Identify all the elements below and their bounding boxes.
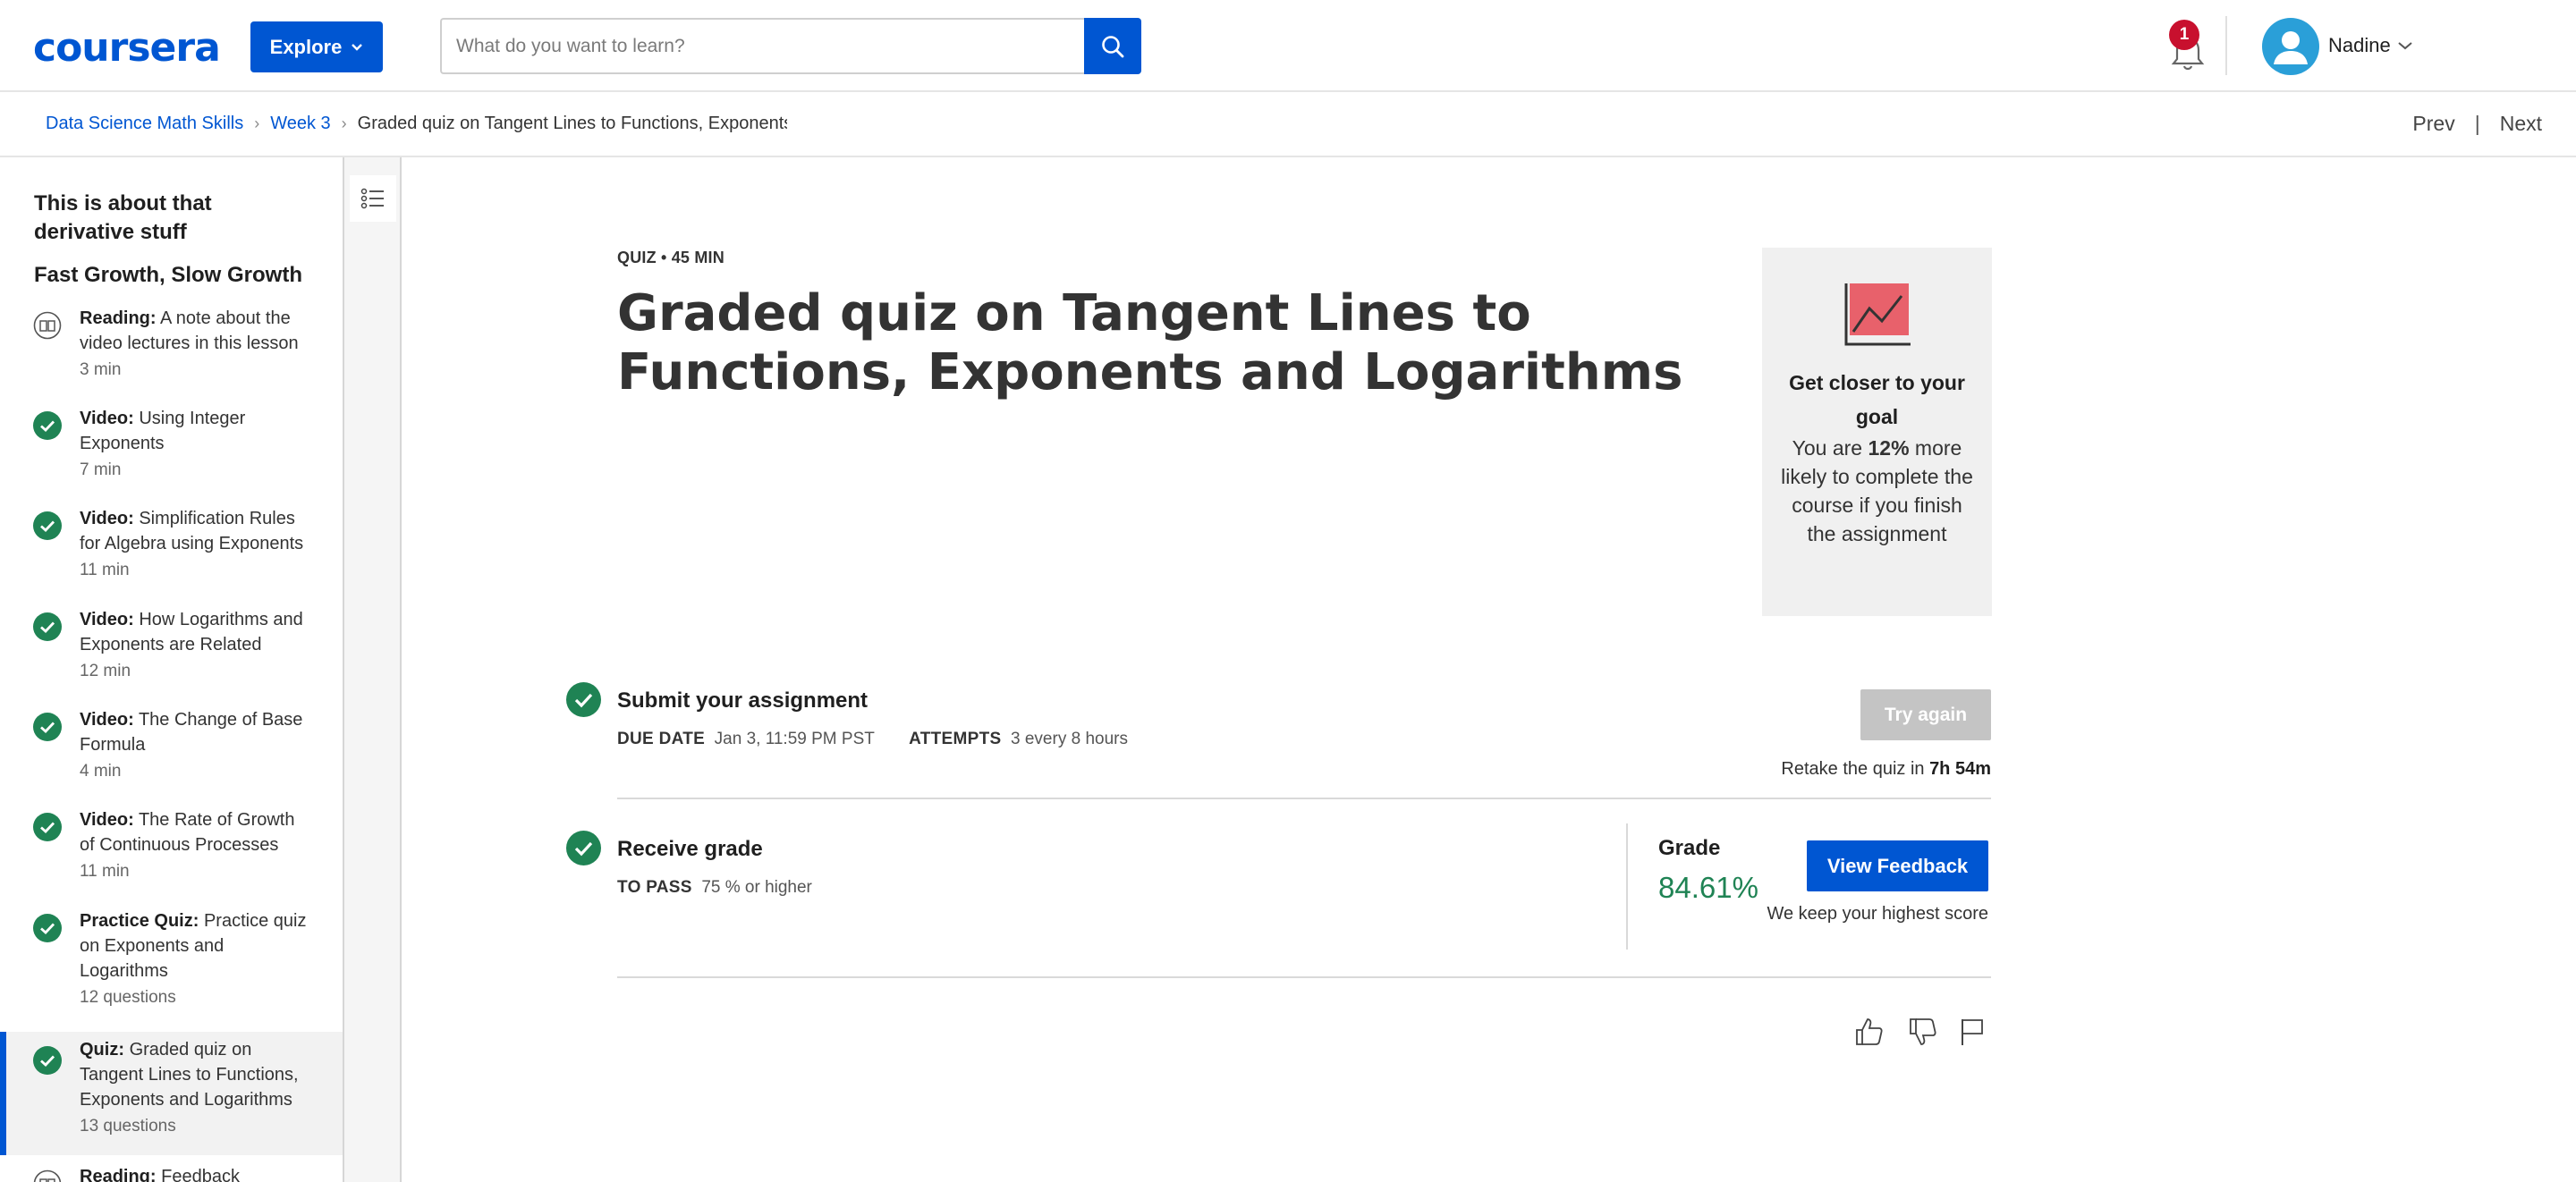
explore-label: Explore	[269, 35, 343, 58]
notification-badge: 1	[2169, 20, 2199, 50]
course-sidebar: This is about that derivative stuff Fast…	[0, 157, 344, 1182]
breadcrumb-week[interactable]: Week 3	[270, 114, 330, 134]
list-icon	[360, 188, 384, 209]
lesson-title: This is about that derivative stuff	[34, 191, 212, 244]
submit-meta: DUE DATE Jan 3, 11:59 PM PST ATTEMPTS 3 …	[617, 730, 1128, 749]
section-title: Fast Growth, Slow Growth	[34, 263, 302, 287]
grade-step-title: Receive grade	[617, 837, 763, 861]
grade-value: 84.61%	[1658, 871, 1758, 904]
chevron-down-icon[interactable]	[2397, 39, 2413, 52]
sidebar-item-text: Reading: Feedback	[80, 1167, 240, 1182]
search-button[interactable]	[1084, 18, 1141, 74]
goal-card: Get closer to your goal You are 12% more…	[1762, 248, 1992, 616]
sidebar-item-video-rate-of-growth[interactable]: Video: The Rate of Growth of Continuous …	[0, 807, 343, 902]
check-icon	[33, 914, 62, 942]
thumbs-down-icon[interactable]	[1907, 1016, 1939, 1048]
outline-toggle-button[interactable]	[350, 175, 396, 222]
top-header: coursera Explore 1 Nadine	[0, 0, 2576, 92]
sidebar-item-text: Video: Simplification Rules for Algebra …	[80, 509, 304, 579]
reading-icon	[33, 1169, 62, 1182]
quiz-eyebrow: QUIZ • 45 MIN	[617, 249, 724, 266]
breadcrumb-current: Graded quiz on Tangent Lines to Function…	[357, 114, 787, 133]
check-icon	[566, 831, 601, 865]
grade-divider	[1626, 823, 1628, 950]
sidebar-item-text: Practice Quiz: Practice quiz on Exponent…	[80, 911, 307, 1007]
pass-meta: TO PASS 75 % or higher	[617, 878, 812, 898]
try-again-button[interactable]: Try again	[1860, 689, 1991, 740]
user-name[interactable]: Nadine	[2328, 34, 2391, 57]
sidebar-item-text: Video: Using Integer Exponents 7 min	[80, 409, 246, 479]
outline-rail	[344, 157, 402, 1182]
thumbs-up-icon[interactable]	[1853, 1016, 1885, 1048]
check-icon	[33, 1046, 62, 1075]
sidebar-item-text: Video: How Logarithms and Exponents are …	[80, 610, 303, 680]
sidebar-item-text: Reading: A note about the video lectures…	[80, 308, 299, 379]
goal-card-body: You are 12% more likely to complete the …	[1781, 436, 1973, 545]
avatar[interactable]	[2262, 18, 2319, 75]
prev-next-nav: Prev | Next	[2412, 112, 2542, 136]
sidebar-item-reading-note[interactable]: Reading: A note about the video lectures…	[0, 306, 343, 401]
check-icon	[33, 713, 62, 741]
submit-step-title: Submit your assignment	[617, 688, 869, 713]
growth-chart-icon	[1844, 283, 1911, 346]
chevron-down-icon	[352, 43, 363, 51]
user-icon	[2274, 31, 2308, 64]
due-date-value: Jan 3, 11:59 PM PST	[714, 730, 875, 748]
due-date-label: DUE DATE	[617, 730, 706, 748]
next-button[interactable]: Next	[2500, 112, 2542, 136]
sidebar-item-text: Video: The Change of Base Formula 4 min	[80, 710, 303, 781]
check-icon	[566, 682, 601, 717]
section-divider	[617, 976, 1991, 978]
sidebar-item-video-logarithms-exponents[interactable]: Video: How Logarithms and Exponents are …	[0, 607, 343, 702]
sidebar-item-video-simplification-rules[interactable]: Video: Simplification Rules for Algebra …	[0, 506, 343, 601]
sidebar-item-text: Video: The Rate of Growth of Continuous …	[80, 810, 295, 881]
attempts-value: 3 every 8 hours	[1011, 730, 1128, 748]
flag-icon[interactable]	[1957, 1016, 1989, 1048]
breadcrumb: Data Science Math Skills › Week 3 › Grad…	[46, 114, 787, 134]
section-divider	[617, 798, 1991, 799]
sidebar-item-practice-quiz[interactable]: Practice Quiz: Practice quiz on Exponent…	[0, 908, 343, 1025]
sidebar-item-graded-quiz[interactable]: Quiz: Graded quiz on Tangent Lines to Fu…	[0, 1032, 343, 1155]
explore-button[interactable]: Explore	[250, 21, 383, 72]
reading-icon	[33, 311, 62, 340]
chevron-right-icon: ›	[341, 114, 347, 132]
breadcrumb-course[interactable]: Data Science Math Skills	[46, 114, 243, 134]
highest-score-note: We keep your highest score	[1767, 904, 1988, 924]
check-icon	[33, 612, 62, 641]
sidebar-item-video-change-of-base[interactable]: Video: The Change of Base Formula 4 min	[0, 707, 343, 802]
header-divider	[2225, 16, 2227, 75]
check-icon	[33, 511, 62, 540]
coursera-logo[interactable]: coursera	[33, 25, 221, 71]
chevron-right-icon: ›	[254, 114, 260, 132]
sidebar-item-reading-feedback[interactable]: Reading: Feedback	[0, 1164, 343, 1182]
retake-note: Retake the quiz in 7h 54m	[1781, 759, 1991, 779]
goal-card-title: Get closer to your goal	[1789, 371, 1965, 428]
page-title: Graded quiz on Tangent Lines to Function…	[617, 284, 1683, 401]
check-icon	[33, 813, 62, 841]
breadcrumb-bar: Data Science Math Skills › Week 3 › Grad…	[0, 92, 2576, 157]
search-field[interactable]	[440, 18, 1084, 74]
search-input[interactable]	[442, 20, 1084, 72]
sidebar-item-text: Quiz: Graded quiz on Tangent Lines to Fu…	[80, 1040, 299, 1136]
search-icon	[1102, 35, 1124, 57]
attempts-label: ATTEMPTS	[909, 730, 1002, 748]
view-feedback-button[interactable]: View Feedback	[1807, 840, 1988, 891]
nav-separator: |	[2474, 112, 2480, 135]
check-icon	[33, 411, 62, 440]
prev-button[interactable]: Prev	[2412, 112, 2454, 136]
to-pass-value: 75 % or higher	[701, 878, 812, 897]
to-pass-label: TO PASS	[617, 878, 692, 897]
sidebar-item-video-integer-exponents[interactable]: Video: Using Integer Exponents 7 min	[0, 406, 343, 501]
grade-label: Grade	[1658, 836, 1721, 860]
